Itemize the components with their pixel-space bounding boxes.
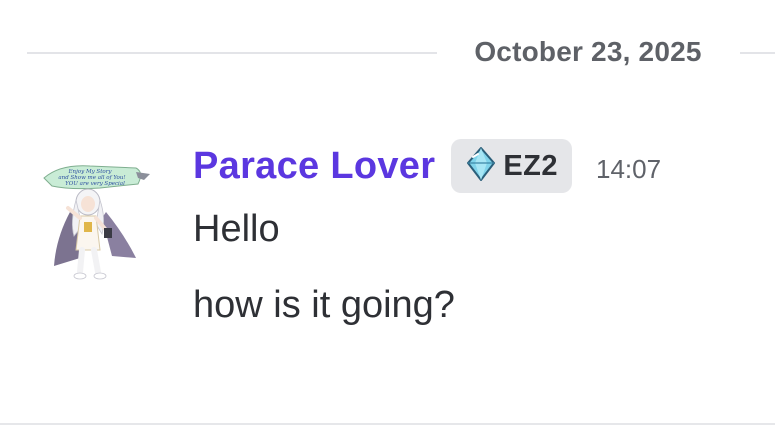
message-text-line: how is it going? [193, 284, 455, 326]
divider-line-left [27, 52, 437, 54]
server-tag-label: EZ2 [503, 149, 558, 182]
diamond-icon [463, 146, 499, 187]
server-tag[interactable]: EZ2 [451, 139, 572, 193]
date-divider-label: October 23, 2025 [474, 36, 702, 67]
message-timestamp[interactable]: 14:07 [596, 154, 661, 185]
avatar-caption-3: YOU are very Special [65, 181, 125, 187]
avatar[interactable]: Enjoy My Story and Show me all of You! Y… [40, 138, 152, 288]
message-text-line: Hello [193, 208, 280, 250]
bottom-divider [0, 423, 775, 425]
message-header: Parace Lover EZ2 14:07 [193, 136, 661, 196]
chat-message: Enjoy My Story and Show me all of You! Y… [0, 120, 775, 350]
date-divider: October 23, 2025 [0, 32, 775, 74]
divider-line-right [740, 52, 775, 54]
author-name[interactable]: Parace Lover [193, 145, 435, 188]
